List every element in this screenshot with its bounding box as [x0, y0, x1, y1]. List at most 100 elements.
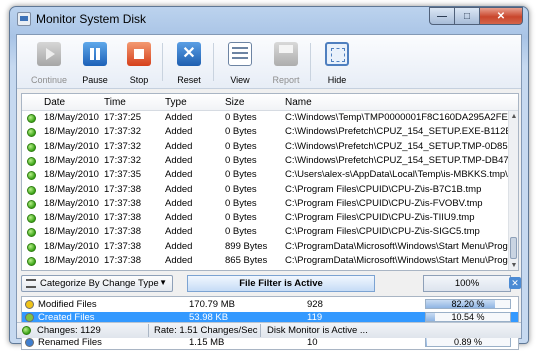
cell-type: Added [165, 140, 193, 152]
column-header-name[interactable]: Name [285, 97, 312, 108]
categorize-dropdown[interactable]: Categorize By Change Type ▼ [21, 275, 173, 292]
table-row[interactable]: 18/May/2010 17:37:38 Added 0 Bytes C:\Progra… [22, 184, 509, 197]
table-row[interactable]: 18/May/2010 17:37:38 Added 0 Bytes C:\Progra… [22, 198, 509, 211]
summary-row[interactable]: Renamed Files 1.15 MB 10 0.89 % [22, 336, 518, 348]
cell-time: 17:37:35 [104, 169, 141, 181]
cell-name: C:\Program Files\CPUID\CPU-Z\is-TIIU9.tm… [285, 212, 475, 224]
pause-button[interactable]: Pause [71, 38, 119, 86]
cell-size: 865 Bytes [225, 255, 268, 266]
percent-bar: 0.89 % [425, 336, 511, 347]
toolbar-separator [213, 43, 214, 81]
scroll-up-icon[interactable]: ▲ [509, 111, 518, 122]
view-button[interactable]: View [216, 38, 264, 86]
table-row[interactable]: 18/May/2010 17:37:38 Added 865 Bytes C:\Prog… [22, 255, 518, 268]
table-row[interactable]: 18/May/2010 17:37:32 Added 0 Bytes C:\Window… [22, 154, 518, 168]
cell-time: 17:37:38 [104, 240, 141, 252]
scroll-thumb[interactable] [510, 237, 517, 259]
added-status-icon [27, 257, 36, 266]
scroll-down-icon[interactable]: ▼ [509, 260, 518, 270]
app-icon [17, 12, 31, 26]
added-status-icon [27, 214, 36, 224]
continue-button[interactable]: Continue [25, 38, 73, 86]
cell-date: 18/May/2010 [44, 126, 99, 138]
view-label: View [230, 75, 250, 85]
chevron-down-icon: ▼ [159, 278, 167, 287]
status-monitor: Disk Monitor is Active ... [267, 325, 368, 336]
close-panel-icon[interactable]: ✕ [509, 277, 521, 289]
close-button[interactable]: ✕ [480, 7, 523, 25]
cell-date: 18/May/2010 [44, 183, 99, 195]
main-window: Monitor System Disk — □ ✕ Continue Pause… [9, 6, 529, 350]
file-filter-status[interactable]: File Filter is Active [187, 275, 375, 292]
table-row[interactable]: 18/May/2010 17:37:38 Added 899 Bytes C:\Prog… [22, 240, 518, 254]
cell-type: Added [165, 255, 193, 266]
cell-date: 18/May/2010 [44, 240, 99, 252]
column-header-type[interactable]: Type [165, 97, 187, 108]
cell-type: Added [165, 169, 193, 181]
summary-count: 928 [307, 299, 323, 310]
vertical-scrollbar[interactable]: ▲ ▼ [508, 111, 518, 270]
cell-date: 18/May/2010 [44, 255, 99, 266]
status-changes: Changes: 1129 [37, 325, 101, 336]
cell-name: C:\Windows\Temp\TMP0000001F8C160DA295A2F… [285, 112, 519, 123]
cell-name: C:\Program Files\CPUID\CPU-Z\is-SIGC5.tm… [285, 226, 480, 238]
table-row[interactable]: 18/May/2010 17:37:38 Added 0 Bytes C:\Progra… [22, 226, 509, 239]
cell-name: C:\ProgramData\Microsoft\Windows\Start M… [285, 240, 519, 252]
cell-type: Added [165, 154, 193, 166]
cell-name: C:\Windows\Prefetch\CPUZ_154_SETUP.TMP-D… [285, 154, 519, 166]
cell-date: 18/May/2010 [44, 140, 99, 152]
cell-type: Added [165, 197, 193, 209]
stop-button[interactable]: Stop [115, 38, 163, 86]
hide-window-icon [325, 42, 349, 66]
changes-list[interactable]: Date Time Type Size Name 18/May/2010 17:3… [21, 93, 519, 271]
table-row[interactable]: 18/May/2010 17:37:38 Added 0 Bytes C:\Progra… [22, 212, 509, 225]
table-row[interactable]: 18/May/2010 17:37:35 Added 0 Bytes C:\Users\… [22, 169, 518, 182]
summary-label: Modified Files [38, 299, 97, 310]
added-status-icon [27, 156, 36, 166]
percent-bar: 10.54 % [425, 311, 511, 322]
status-separator [148, 324, 149, 337]
title-bar[interactable]: Monitor System Disk — □ ✕ [10, 7, 528, 31]
column-header-date[interactable]: Date [44, 97, 65, 108]
table-row[interactable]: 18/May/2010 17:37:32 Added 0 Bytes C:\Window… [22, 126, 518, 139]
minimize-button[interactable]: — [429, 7, 455, 25]
category-color-icon [25, 337, 34, 347]
cell-date: 18/May/2010 [44, 226, 99, 238]
cell-size: 0 Bytes [225, 183, 257, 195]
cell-size: 0 Bytes [225, 197, 257, 209]
report-button[interactable]: Report [262, 38, 310, 86]
cell-date: 18/May/2010 [44, 212, 99, 224]
cell-date: 18/May/2010 [44, 154, 99, 166]
reset-button[interactable]: ✕ Reset [165, 38, 213, 86]
printer-icon [274, 42, 298, 66]
percent-bar: 82.20 % [425, 299, 511, 309]
percent-text: 0.89 % [453, 336, 483, 347]
added-status-icon [27, 199, 36, 209]
summary-size: 53.98 KB [189, 311, 229, 323]
added-status-icon [27, 114, 36, 123]
toolbar: Continue Pause Stop ✕ Reset View Report … [17, 35, 521, 89]
status-bar: Changes: 1129 Rate: 1.51 Changes/Sec Dis… [17, 322, 521, 338]
hide-label: Hide [327, 75, 347, 85]
cell-type: Added [165, 240, 193, 252]
hide-button[interactable]: Hide [313, 38, 361, 86]
cell-time: 17:37:32 [104, 126, 141, 138]
cell-size: 899 Bytes [225, 240, 268, 252]
cell-time: 17:37:38 [104, 255, 141, 266]
cell-date: 18/May/2010 [44, 169, 99, 181]
summary-label: Renamed Files [38, 336, 102, 348]
report-label: Report [272, 75, 300, 85]
cell-time: 17:37:38 [104, 197, 141, 209]
table-row[interactable]: 18/May/2010 17:37:25 Added 0 Bytes C:\Window… [22, 112, 518, 125]
play-icon [37, 42, 61, 66]
maximize-button[interactable]: □ [455, 7, 480, 25]
column-header-time[interactable]: Time [104, 97, 126, 108]
summary-row[interactable]: Created Files 53.98 KB 119 10.54 % [22, 311, 518, 323]
table-row[interactable]: 18/May/2010 17:37:32 Added 0 Bytes C:\Window… [22, 140, 518, 154]
cell-type: Added [165, 183, 193, 195]
added-status-icon [27, 228, 36, 238]
list-header: Date Time Type Size Name [22, 94, 518, 111]
toolbar-separator [310, 43, 311, 81]
column-header-size[interactable]: Size [225, 97, 244, 108]
summary-row[interactable]: Modified Files 170.79 MB 928 82.20 % [22, 299, 518, 310]
